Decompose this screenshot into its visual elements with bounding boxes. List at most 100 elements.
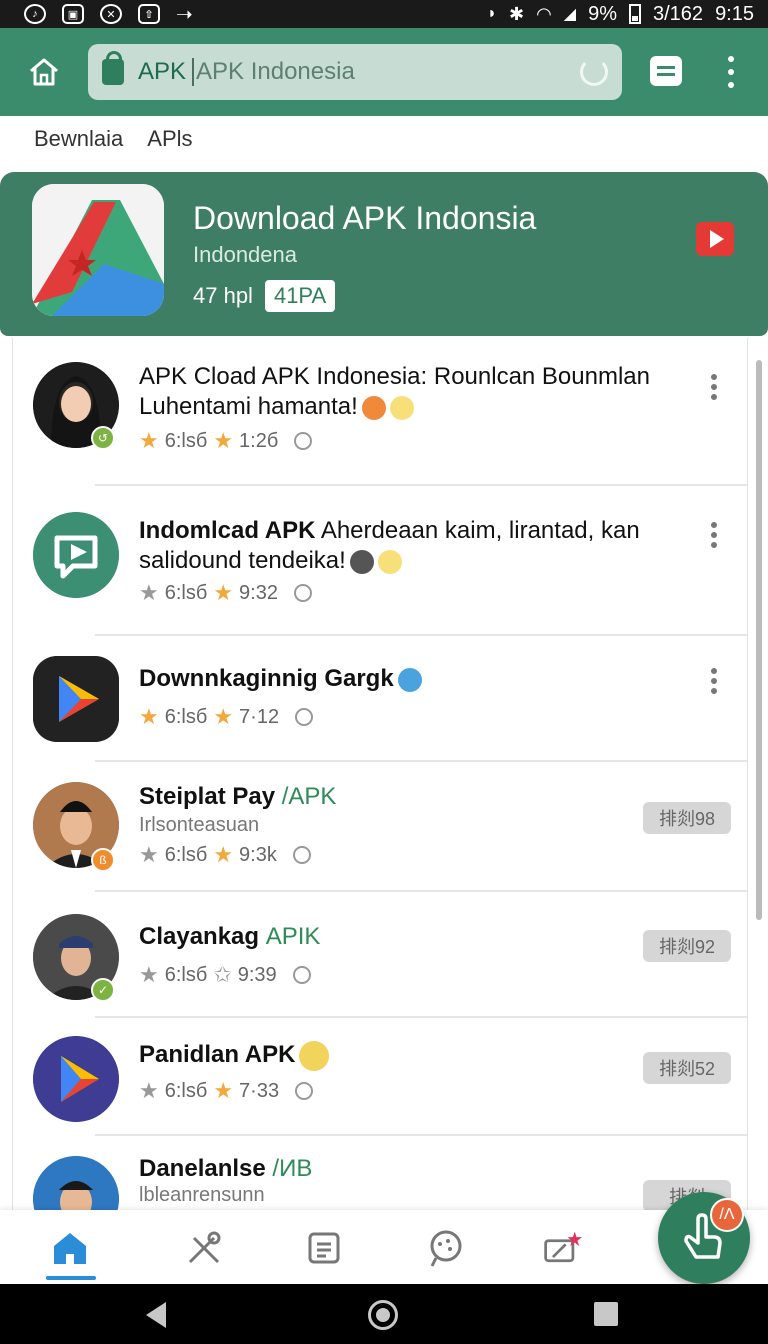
status-bar: ♪ ▣ ✕ ⇧ ➝ ◗ ✱ ◠ ◢ 9% 3/162 9:15 — [0, 0, 768, 28]
star-icon: ★ — [139, 1078, 159, 1103]
verified-badge-icon: ↺ — [91, 426, 115, 450]
list-item-subtitle: lbleanrensunn — [139, 1184, 265, 1206]
scrollbar[interactable] — [756, 360, 762, 920]
back-button[interactable] — [146, 1302, 166, 1328]
bluetooth-icon: ✱ — [508, 3, 525, 24]
star-icon: ★ — [213, 580, 234, 605]
star-icon: ★ — [213, 428, 234, 453]
rating-row: ★ 6:lsб ★ 7·12 — [139, 704, 314, 730]
rating-row: ★ 6:lsб ✩ 9:39 — [139, 962, 311, 988]
notification-badge: /Λ — [710, 1198, 744, 1232]
featured-banner[interactable]: Download APK Indonsia Indondena 47 hpl 4… — [0, 172, 768, 336]
nav-documents[interactable] — [304, 1228, 344, 1268]
play-icon — [710, 230, 724, 248]
rating-row: ★ 6:lsб ★ 9:3k — [139, 842, 311, 868]
nav-camera[interactable] — [542, 1228, 582, 1268]
wifi-icon: ◠ — [536, 3, 552, 24]
emoji-icon — [349, 549, 374, 574]
tabs-icon — [657, 66, 675, 76]
document-icon — [308, 1232, 340, 1264]
heart-icon[interactable] — [295, 708, 314, 726]
video-button[interactable] — [696, 222, 734, 256]
list-item[interactable]: Danelanlse /ИB lbleanrensunn 排剡 — [13, 1136, 747, 1210]
bird-icon — [397, 667, 422, 692]
apk-logo-icon — [32, 184, 164, 316]
star-icon: ✩ — [213, 962, 232, 987]
list-item[interactable]: ß Steiplat Pay /APK Irlsonteasuan ★ 6:lsб… — [13, 762, 747, 892]
avatar — [33, 512, 119, 598]
list-item[interactable]: ✓ Clayankag APIK ★ 6:lsб ✩ 9:39 排剡92 — [13, 892, 747, 1018]
star-icon: ★ — [139, 842, 159, 867]
heart-icon[interactable] — [295, 1082, 314, 1100]
star-icon: ★ — [213, 704, 234, 729]
nav-active-indicator — [46, 1276, 96, 1280]
avatar — [33, 656, 119, 742]
heart-icon[interactable] — [292, 966, 311, 984]
list-item[interactable]: ↺ APK Cload APK Indonesia: Rounlcan Boun… — [13, 338, 747, 486]
list-item-title: Danelanlse /ИB — [139, 1155, 313, 1182]
list-item-title: Clayankag APIK — [139, 923, 321, 950]
game-notification-icon: ✕ — [100, 4, 122, 24]
camera-icon — [544, 1231, 582, 1263]
image-notification-icon: ▣ — [62, 4, 84, 24]
nav-community[interactable] — [426, 1228, 466, 1268]
rating-row: ★ 6:lsб ★ 7·33 — [139, 1078, 314, 1104]
system-home-button[interactable] — [368, 1300, 398, 1330]
chat-icon — [430, 1230, 462, 1267]
home-button[interactable] — [28, 56, 60, 88]
more-options-button[interactable] — [709, 668, 719, 694]
emoji-icon — [361, 395, 386, 420]
battery-icon — [629, 4, 641, 24]
face-icon — [299, 1040, 330, 1071]
badge-icon: ß — [91, 848, 115, 872]
list-item-subtitle: Irlsonteasuan — [139, 814, 260, 836]
battery-percent: 9% — [588, 2, 617, 25]
more-options-button[interactable] — [709, 374, 719, 400]
list-item[interactable]: Downnkaginnig Gargk ★ 6:lsб ★ 7·12 — [13, 636, 747, 762]
avatar — [33, 1036, 119, 1122]
rank-badge[interactable]: 排剡98 — [643, 802, 731, 834]
verified-badge-icon: ✓ — [91, 978, 115, 1002]
home-icon — [30, 58, 58, 86]
breadcrumb-item[interactable]: Bewnlaia — [34, 126, 123, 152]
overflow-menu-button[interactable] — [724, 56, 738, 88]
emoji-icon — [389, 395, 414, 420]
list-item-title: Steiplat Pay /APK — [139, 783, 337, 810]
banner-count-label: 47 hpl — [193, 283, 253, 308]
breadcrumb-item[interactable]: APls — [147, 126, 192, 152]
url-text[interactable]: APK Indonesia — [192, 58, 355, 86]
star-icon: ★ — [139, 428, 159, 453]
heart-icon[interactable] — [292, 846, 311, 864]
system-navigation-bar — [0, 1284, 768, 1344]
tabs-button[interactable] — [650, 56, 682, 86]
music-notification-icon: ♪ — [24, 4, 46, 24]
reload-icon[interactable] — [580, 58, 608, 86]
list-item[interactable]: Indomlcad APK Aherdeaan kaim, lirantad, … — [13, 486, 747, 636]
heart-icon[interactable] — [294, 432, 313, 450]
browser-toolbar: APK APK Indonesia — [0, 28, 768, 116]
banner-title: Download APK Indonsia — [193, 200, 537, 236]
rank-badge[interactable]: 排剡92 — [643, 930, 731, 962]
floating-action-button[interactable]: /Λ — [658, 1192, 750, 1284]
star-icon: ★ — [139, 580, 159, 605]
nav-home[interactable] — [50, 1228, 90, 1268]
url-bar[interactable]: APK APK Indonesia — [88, 44, 622, 100]
app-list: ↺ APK Cload APK Indonesia: Rounlcan Boun… — [12, 338, 748, 1210]
nav-tools[interactable] — [184, 1228, 224, 1268]
list-item-title: APK Cload APK Indonesia: Rounlcan Bounml… — [139, 363, 650, 420]
recents-button[interactable] — [594, 1302, 618, 1326]
home-icon — [54, 1233, 86, 1264]
list-item-title: Panidlan APK — [139, 1040, 699, 1071]
arrow-notification-icon: ➝ — [176, 3, 193, 26]
url-prefix: APK — [138, 58, 187, 85]
tools-icon — [188, 1231, 221, 1264]
more-options-button[interactable] — [709, 522, 719, 548]
clock: 9:15 — [715, 2, 754, 25]
list-item-title: Indomlcad APK Aherdeaan kaim, lirantad, … — [139, 517, 640, 574]
rank-badge[interactable]: 排剡52 — [643, 1052, 731, 1084]
list-item-title: Downnkaginnig Gargk — [139, 664, 699, 694]
app-logo — [32, 184, 164, 316]
banner-stats: 47 hpl 41PA — [193, 280, 336, 312]
heart-icon[interactable] — [293, 584, 312, 602]
list-item[interactable]: Panidlan APK ★ 6:lsб ★ 7·33 排剡52 — [13, 1018, 747, 1136]
